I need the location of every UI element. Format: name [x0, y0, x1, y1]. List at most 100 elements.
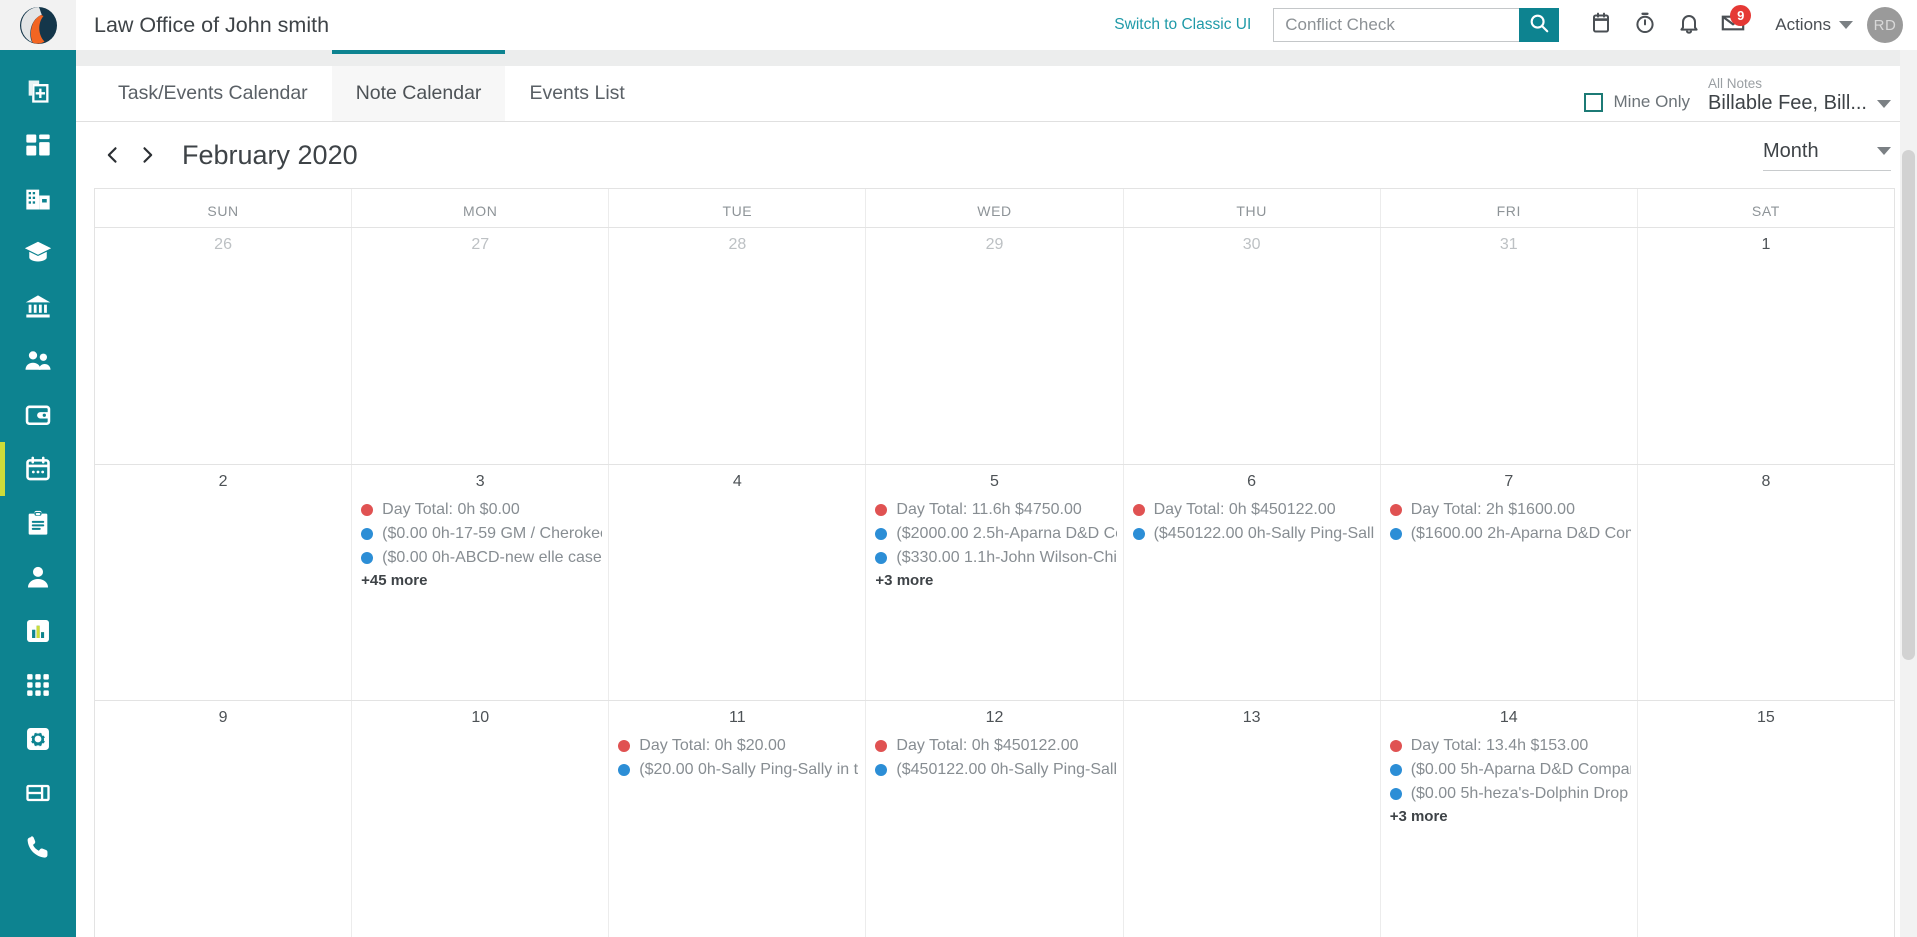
- calendar-day-cell[interactable]: 2: [95, 465, 351, 701]
- calendar-event-text: ($450122.00 0h-Sally Ping-Sally in: [896, 761, 1116, 779]
- app-logo[interactable]: [0, 0, 76, 50]
- calendar-day-cell[interactable]: 8: [1636, 464, 1894, 701]
- calendar-event[interactable]: ($330.00 1.1h-John Wilson-Child (: [875, 546, 1117, 570]
- weekday-header: FRI: [1379, 189, 1637, 227]
- search-button[interactable]: [1519, 8, 1560, 42]
- calendar-day-cell[interactable]: 3 Day Total: 0h $0.00 ($0.00 0h-17-59 GM /…: [351, 464, 608, 701]
- calendar-day-cell[interactable]: 4: [608, 464, 865, 701]
- calendar-event-text: ($0.00 5h-Aparna D&D Company-: [1410, 761, 1631, 779]
- view-mode-value: Month: [1763, 139, 1819, 162]
- sidebar-item-calendar[interactable]: [0, 442, 76, 496]
- calendar-event[interactable]: Day Total: 13.4h $153.00: [1389, 734, 1631, 758]
- sidebar-item-phone[interactable]: [0, 820, 76, 874]
- calendar-event[interactable]: ($0.00 5h-heza's-Dolphin Drop ) 4.: [1389, 782, 1631, 806]
- sidebar-item-reports[interactable]: [0, 604, 76, 658]
- weekday-header: TUE: [608, 189, 865, 227]
- calendar-day-cell[interactable]: 9: [95, 701, 351, 937]
- calendar-day-cell[interactable]: 6 Day Total: 0h $450122.00 ($450122.00 0h-…: [1122, 464, 1380, 701]
- main-area: Law Office of John smith Switch to Class…: [76, 0, 1917, 937]
- sidebar-item-court[interactable]: [0, 280, 76, 334]
- show-more-link[interactable]: +3 more: [866, 570, 1122, 589]
- calendar-grid: SUN MON TUE WED THU FRI SAT 26 27 28 29 30 31 1 2 3 Day…: [94, 188, 1895, 937]
- calendar-event[interactable]: ($450122.00 0h-Sally Ping-Sally in: [1132, 522, 1374, 546]
- calendar-event[interactable]: Day Total: 0h $0.00: [361, 498, 602, 522]
- calendar-event-text: Day Total: 13.4h $153.00: [1410, 737, 1589, 755]
- calendar-event-text: Day Total: 0h $450122.00: [896, 737, 1079, 755]
- calendar-day-cell[interactable]: 10: [351, 701, 608, 937]
- calendar-week-row: 9 10 11 Day Total: 0h $20.00 ($20.00 0h-Sall…: [95, 700, 1894, 937]
- day-total-dot-icon: [361, 503, 374, 516]
- calendar-day-cell[interactable]: 29: [865, 228, 1122, 464]
- month-title: February 2020: [182, 139, 358, 170]
- calendar-event[interactable]: Day Total: 0h $20.00: [618, 734, 859, 758]
- calendar-event[interactable]: ($20.00 0h-Sally Ping-Sally in the l: [618, 758, 859, 782]
- avatar[interactable]: RD: [1867, 7, 1903, 43]
- view-mode-select[interactable]: Month: [1763, 140, 1891, 171]
- calendar-button[interactable]: [1579, 5, 1623, 45]
- calendar-event-text: ($450122.00 0h-Sally Ping-Sally in: [1153, 524, 1374, 542]
- search-input[interactable]: [1273, 8, 1520, 42]
- sidebar-item-settings[interactable]: [0, 712, 76, 766]
- tab-task-events-calendar[interactable]: Task/Events Calendar: [94, 66, 332, 121]
- mine-only-checkbox[interactable]: [1583, 92, 1603, 112]
- calendar-event[interactable]: ($0.00 0h-ABCD-new elle case) R: [361, 546, 602, 570]
- mine-only-toggle[interactable]: Mine Only: [1583, 92, 1690, 115]
- sidebar-item-company[interactable]: [0, 172, 76, 226]
- sidebar-item-profile[interactable]: [0, 550, 76, 604]
- calendar-event[interactable]: Day Total: 0h $450122.00: [875, 734, 1116, 758]
- show-more-link[interactable]: +45 more: [352, 570, 608, 589]
- vertical-scrollbar[interactable]: [1900, 50, 1917, 937]
- sidebar-item-contacts[interactable]: [0, 334, 76, 388]
- dashboard-icon: [24, 131, 52, 159]
- actions-menu-button[interactable]: Actions: [1775, 15, 1853, 35]
- calendar-day-cell[interactable]: 7 Day Total: 2h $1600.00 ($1600.00 2h-Apar…: [1379, 464, 1637, 701]
- calendar-day-cell[interactable]: 14 Day Total: 13.4h $153.00 ($0.00 5h-Apar…: [1379, 701, 1637, 937]
- calendar-event[interactable]: ($0.00 0h-17-59 GM / Cherokee-D: [361, 522, 602, 546]
- show-more-link[interactable]: +3 more: [1381, 806, 1637, 825]
- notifications-button[interactable]: [1667, 5, 1711, 45]
- scrollbar-thumb[interactable]: [1902, 150, 1915, 660]
- calendar-event[interactable]: ($2000.00 2.5h-Aparna D&D Comp: [875, 522, 1117, 546]
- day-number: 14: [1499, 709, 1518, 727]
- calendar-day-cell[interactable]: 26: [95, 228, 351, 464]
- next-month-button[interactable]: [130, 138, 164, 172]
- calendar-event[interactable]: Day Total: 11.6h $4750.00: [875, 498, 1116, 522]
- messages-button[interactable]: 9: [1711, 5, 1755, 45]
- actions-label: Actions: [1775, 15, 1831, 34]
- prev-month-button[interactable]: [96, 138, 130, 172]
- calendar-day-cell[interactable]: 28: [608, 228, 865, 464]
- calendar-day-cell[interactable]: 12 Day Total: 0h $450122.00 ($450122.00 0h…: [865, 701, 1122, 937]
- calendar-day-cell[interactable]: 15: [1636, 701, 1894, 937]
- calendar-day-cell[interactable]: 31: [1379, 228, 1637, 464]
- event-dot-icon: [875, 527, 888, 540]
- sidebar-item-billing[interactable]: [0, 388, 76, 442]
- logo-icon: [19, 6, 57, 44]
- sidebar-item-tasks[interactable]: [0, 496, 76, 550]
- calendar-event[interactable]: Day Total: 2h $1600.00: [1389, 498, 1631, 522]
- sidebar-item-new-document[interactable]: [0, 64, 76, 118]
- tab-note-calendar[interactable]: Note Calendar: [331, 50, 506, 121]
- tab-events-list[interactable]: Events List: [505, 66, 648, 121]
- timer-button[interactable]: [1623, 5, 1667, 45]
- calendar-event-text: ($0.00 0h-ABCD-new elle case) R: [382, 548, 603, 566]
- weekday-header: WED: [865, 189, 1122, 227]
- sidebar-item-dashboard[interactable]: [0, 118, 76, 172]
- sidebar-item-apps[interactable]: [0, 658, 76, 712]
- calendar-day-cell[interactable]: 13: [1122, 701, 1380, 937]
- calendar-day-cell[interactable]: 5 Day Total: 11.6h $4750.00 ($2000.00 2.5h…: [865, 464, 1122, 701]
- calendar-event[interactable]: ($450122.00 0h-Sally Ping-Sally in: [875, 758, 1117, 782]
- calendar-day-cell[interactable]: 11 Day Total: 0h $20.00 ($20.00 0h-Sally P…: [608, 701, 865, 937]
- calendar-day-cell[interactable]: 27: [351, 228, 608, 464]
- calendar-event[interactable]: Day Total: 0h $450122.00: [1132, 498, 1374, 522]
- bank-icon: [24, 293, 52, 321]
- calendar-event[interactable]: ($1600.00 2h-Aparna D&D Compa: [1389, 522, 1631, 546]
- sidebar-item-education[interactable]: [0, 226, 76, 280]
- tab-bar-filters: Mine Only All Notes Billable Fee, Bill..…: [1583, 66, 1917, 121]
- switch-classic-ui-link[interactable]: Switch to Classic UI: [1114, 16, 1251, 34]
- notes-filter-select[interactable]: All Notes Billable Fee, Bill...: [1708, 76, 1891, 115]
- day-number: 6: [1247, 472, 1257, 490]
- sidebar-item-layout[interactable]: [0, 766, 76, 820]
- calendar-event[interactable]: ($0.00 5h-Aparna D&D Company-: [1389, 758, 1631, 782]
- calendar-day-cell[interactable]: 1: [1636, 228, 1894, 464]
- calendar-day-cell[interactable]: 30: [1122, 228, 1380, 464]
